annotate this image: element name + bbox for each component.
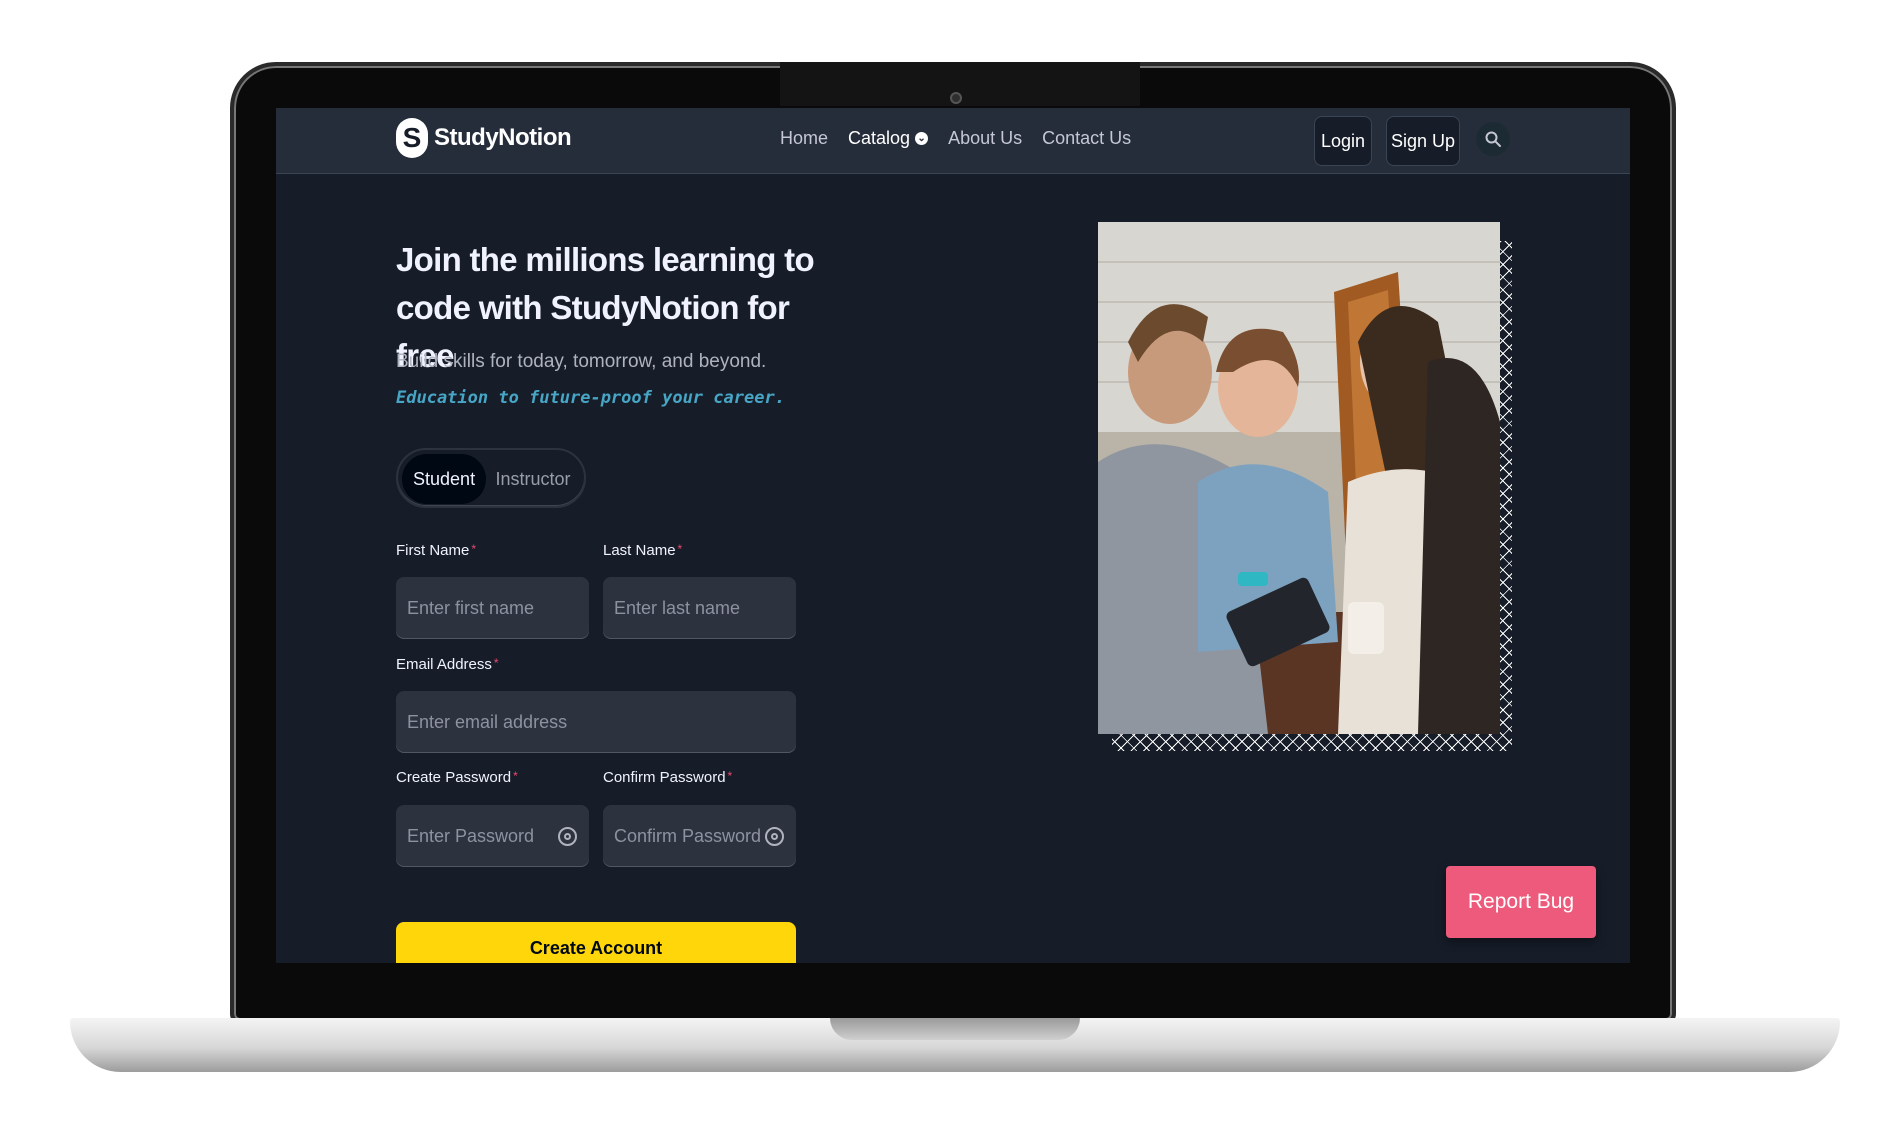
required-mark: * <box>471 542 477 556</box>
nav-links: Home Catalog ⌄ About Us Contact Us <box>780 128 1131 149</box>
last-name-label-text: Last Name <box>603 542 676 559</box>
eye-icon[interactable] <box>558 827 577 846</box>
subtitle-accent: Education to future-proof your career. <box>396 388 785 408</box>
required-mark: * <box>493 656 499 670</box>
students-photo <box>1098 222 1500 734</box>
nav-link-contact[interactable]: Contact Us <box>1042 128 1131 149</box>
password-placeholder: Enter Password <box>407 825 535 846</box>
email-label: Email Address * <box>396 656 499 673</box>
password-field[interactable]: Enter Password <box>396 805 589 867</box>
eye-icon[interactable] <box>765 827 784 846</box>
confirm-password-label-text: Confirm Password <box>603 769 726 786</box>
laptop-base-notch <box>830 1018 1080 1040</box>
first-name-placeholder: Enter first name <box>407 597 535 618</box>
required-mark: * <box>677 542 683 556</box>
report-bug-button[interactable]: Report Bug <box>1446 866 1596 938</box>
confirm-password-field[interactable]: Confirm Password <box>603 805 796 867</box>
first-name-field[interactable]: Enter first name <box>396 577 589 639</box>
subtitle-text: Build skills for today, tomorrow, and be… <box>396 351 767 372</box>
brand-logo[interactable]: S StudyNotion <box>396 118 572 158</box>
search-button[interactable] <box>1476 122 1510 156</box>
signup-hero-image <box>1098 222 1500 734</box>
password-label: Create Password * <box>396 769 518 786</box>
nav-link-home[interactable]: Home <box>780 128 828 149</box>
logo-mark-icon: S <box>396 118 428 158</box>
search-icon <box>1485 131 1501 147</box>
chevron-down-icon: ⌄ <box>915 132 929 145</box>
last-name-field[interactable]: Enter last name <box>603 577 796 639</box>
nav-link-catalog-label: Catalog <box>848 128 911 148</box>
signup-button[interactable]: Sign Up <box>1386 116 1460 166</box>
required-mark: * <box>727 769 733 783</box>
first-name-label-text: First Name <box>396 542 470 559</box>
required-mark: * <box>513 769 518 783</box>
password-label-text: Create Password <box>396 769 512 786</box>
confirm-password-placeholder: Confirm Password <box>614 825 762 846</box>
confirm-password-label: Confirm Password * <box>603 769 732 786</box>
last-name-label: Last Name * <box>603 542 682 559</box>
page-subtitle: Build skills for today, tomorrow, and be… <box>396 344 816 416</box>
login-button[interactable]: Login <box>1314 116 1372 166</box>
laptop-screen: S StudyNotion Home Catalog ⌄ About Us Co… <box>276 108 1630 963</box>
tab-instructor[interactable]: Instructor <box>486 454 580 504</box>
navbar: S StudyNotion Home Catalog ⌄ About Us Co… <box>276 108 1630 174</box>
email-label-text: Email Address <box>396 656 492 673</box>
email-field[interactable]: Enter email address <box>396 691 796 753</box>
last-name-placeholder: Enter last name <box>614 597 741 618</box>
email-placeholder: Enter email address <box>407 711 568 732</box>
create-account-button[interactable]: Create Account <box>396 922 796 963</box>
webcam-icon <box>950 92 962 104</box>
brand-name: StudyNotion <box>434 124 572 151</box>
nav-link-catalog[interactable]: Catalog ⌄ <box>848 128 929 149</box>
nav-link-about[interactable]: About Us <box>948 128 1022 149</box>
first-name-label: First Name * <box>396 542 476 559</box>
account-type-tabs: Student Instructor <box>396 448 586 508</box>
tab-student[interactable]: Student <box>402 454 487 504</box>
